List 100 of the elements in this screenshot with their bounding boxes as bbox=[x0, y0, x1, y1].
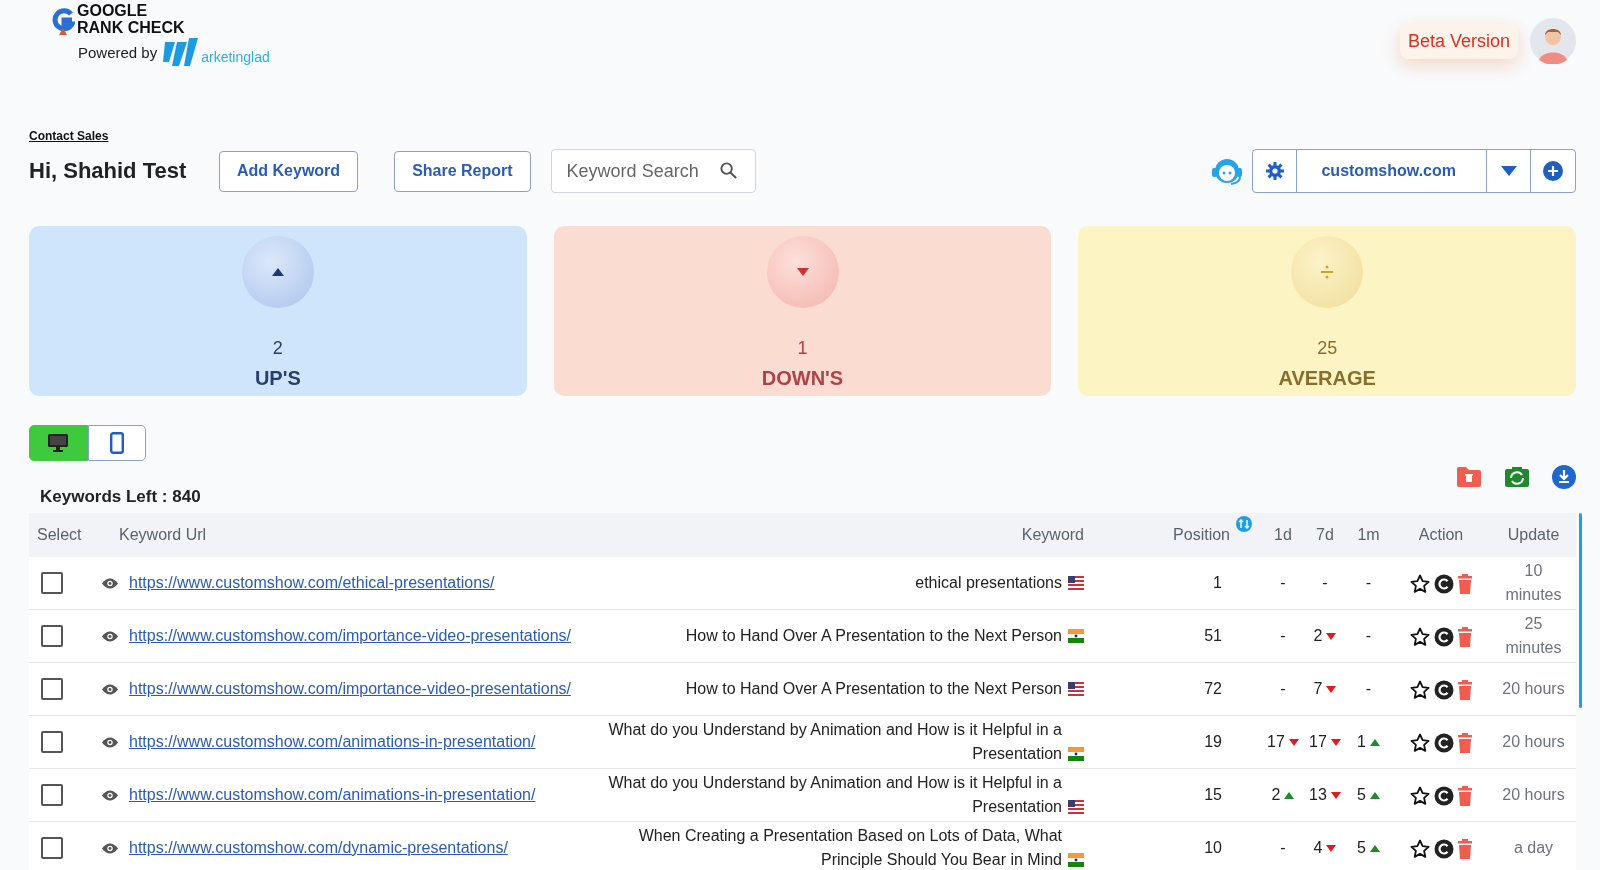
down-arrow-icon bbox=[1288, 738, 1299, 746]
beta-badge: Beta Version bbox=[1399, 23, 1518, 59]
copyright-icon[interactable] bbox=[1434, 679, 1454, 700]
star-icon[interactable] bbox=[1410, 732, 1430, 753]
us-flag-icon bbox=[1068, 576, 1084, 590]
view-icon[interactable] bbox=[101, 788, 119, 802]
stat-value: 1 bbox=[797, 338, 808, 359]
change-value: - bbox=[1365, 573, 1372, 593]
column-header: 7d bbox=[1316, 526, 1334, 543]
up-arrow-icon bbox=[1284, 791, 1295, 799]
caret-icon bbox=[1499, 165, 1518, 177]
change-value: 4 bbox=[1313, 838, 1323, 858]
copyright-icon[interactable] bbox=[1434, 626, 1454, 647]
keyword-text: How to Hand Over A Presentation to the Next Person bbox=[685, 679, 1062, 699]
row-checkbox[interactable] bbox=[41, 572, 63, 594]
change-value: 5 bbox=[1357, 838, 1366, 858]
india-flag-icon bbox=[1068, 629, 1084, 643]
us-flag-icon bbox=[1068, 800, 1084, 814]
change-value: - bbox=[1280, 626, 1286, 646]
brand-logo-icon bbox=[163, 36, 200, 68]
star-icon[interactable] bbox=[1410, 679, 1430, 700]
download-icon[interactable] bbox=[1552, 465, 1576, 489]
stat-value: 25 bbox=[1317, 338, 1338, 359]
copyright-icon[interactable] bbox=[1434, 838, 1454, 859]
position-value: 51 bbox=[1204, 627, 1222, 644]
keyword-url-link[interactable]: https://www.customshow.com/importance-video-presentations/ bbox=[129, 677, 571, 701]
star-icon[interactable] bbox=[1410, 573, 1430, 594]
row-checkbox[interactable] bbox=[41, 731, 63, 753]
change-value: 1 bbox=[1357, 732, 1366, 752]
row-checkbox[interactable] bbox=[41, 678, 63, 700]
keyword-url-link[interactable]: https://www.customshow.com/animations-in-presentation/ bbox=[129, 730, 536, 754]
position-value: 19 bbox=[1204, 733, 1222, 750]
update-time: 20 hours bbox=[1502, 680, 1565, 697]
view-icon[interactable] bbox=[101, 682, 119, 696]
desktop-icon bbox=[47, 433, 70, 453]
stat-label: AVERAGE bbox=[1278, 367, 1376, 390]
stat-label: UP'S bbox=[254, 367, 301, 390]
change-value: - bbox=[1280, 573, 1286, 593]
view-icon[interactable] bbox=[101, 841, 119, 855]
copyright-icon[interactable] bbox=[1434, 732, 1454, 753]
down-arrow-icon bbox=[1326, 632, 1337, 640]
keyword-url-link[interactable]: https://www.customshow.com/ethical-presentations/ bbox=[129, 571, 495, 595]
update-time: 25 minutes bbox=[1505, 615, 1562, 656]
plus-icon bbox=[1543, 161, 1563, 181]
down-arrow-icon bbox=[1330, 791, 1341, 799]
logo-title: RANK CHECK bbox=[77, 19, 185, 36]
view-icon[interactable] bbox=[101, 735, 119, 749]
down-arrow-icon bbox=[1330, 738, 1341, 746]
position-value: 10 bbox=[1204, 839, 1222, 856]
change-value: 7 bbox=[1313, 679, 1323, 699]
keyword-url-link[interactable]: https://www.customshow.com/importance-video-presentations/ bbox=[129, 624, 571, 648]
greeting: Hi, Shahid Test bbox=[29, 158, 188, 184]
change-value: - bbox=[1280, 679, 1286, 699]
position-value: 15 bbox=[1204, 786, 1222, 803]
row-checkbox[interactable] bbox=[41, 625, 63, 647]
up-arrow-icon bbox=[1369, 844, 1380, 852]
brand-name: arketinglad bbox=[201, 49, 270, 65]
update-time: 20 hours bbox=[1502, 786, 1565, 803]
keyword-url-link[interactable]: https://www.customshow.com/animations-in-presentation/ bbox=[129, 783, 536, 807]
action-button[interactable]: Add Keyword bbox=[219, 150, 359, 192]
up-arrow-icon bbox=[1369, 791, 1380, 799]
view-icon[interactable] bbox=[101, 576, 119, 590]
row-checkbox[interactable] bbox=[41, 837, 63, 859]
action-button[interactable]: Share Report bbox=[394, 150, 531, 192]
mobile-icon bbox=[109, 432, 124, 454]
change-value: - bbox=[1365, 679, 1372, 699]
copyright-icon[interactable] bbox=[1434, 785, 1454, 806]
keyword-text: When Creating a Presentation Based on Lots of Data, What Principle Should You Bear in Mind bbox=[637, 826, 1062, 870]
contact-sales-link[interactable]: Contact Sales bbox=[29, 129, 109, 143]
powered-by: Powered by bbox=[78, 43, 158, 61]
keyword-text: What do you Understand by Animation and How is it Helpful in a Presentation bbox=[607, 720, 1062, 764]
view-icon[interactable] bbox=[101, 629, 119, 643]
change-value: 2 bbox=[1271, 785, 1281, 805]
search-field[interactable]: Keyword Search bbox=[550, 149, 756, 193]
logo-icon bbox=[51, 8, 75, 36]
desktop-view-button[interactable] bbox=[29, 425, 88, 461]
column-header: Select bbox=[37, 526, 82, 543]
keyword-url-link[interactable]: https://www.customshow.com/dynamic-presentations/ bbox=[129, 836, 508, 860]
star-icon[interactable] bbox=[1410, 626, 1430, 647]
india-flag-icon bbox=[1068, 747, 1084, 761]
row-checkbox[interactable] bbox=[41, 784, 63, 806]
sort-icon[interactable] bbox=[1236, 516, 1252, 532]
position-value: 1 bbox=[1213, 574, 1222, 591]
copyright-icon[interactable] bbox=[1434, 573, 1454, 594]
column-header: Keyword Url bbox=[119, 526, 207, 543]
mobile-view-button[interactable] bbox=[87, 425, 146, 461]
refresh-icon[interactable] bbox=[1504, 466, 1530, 488]
column-header: Position bbox=[1173, 526, 1230, 543]
stat-label: DOWN'S bbox=[761, 367, 844, 390]
column-header: Keyword bbox=[1021, 526, 1084, 543]
down-arrow-icon bbox=[1326, 685, 1337, 693]
update-time: a day bbox=[1513, 839, 1554, 856]
star-icon[interactable] bbox=[1410, 838, 1430, 859]
change-value: 13 bbox=[1309, 785, 1327, 805]
star-icon[interactable] bbox=[1410, 785, 1430, 806]
column-header: Action bbox=[1418, 526, 1464, 543]
change-value: - bbox=[1280, 838, 1286, 858]
position-value: 72 bbox=[1204, 680, 1222, 697]
change-value: 2 bbox=[1313, 626, 1323, 646]
delete-folder-icon[interactable] bbox=[1456, 466, 1482, 488]
